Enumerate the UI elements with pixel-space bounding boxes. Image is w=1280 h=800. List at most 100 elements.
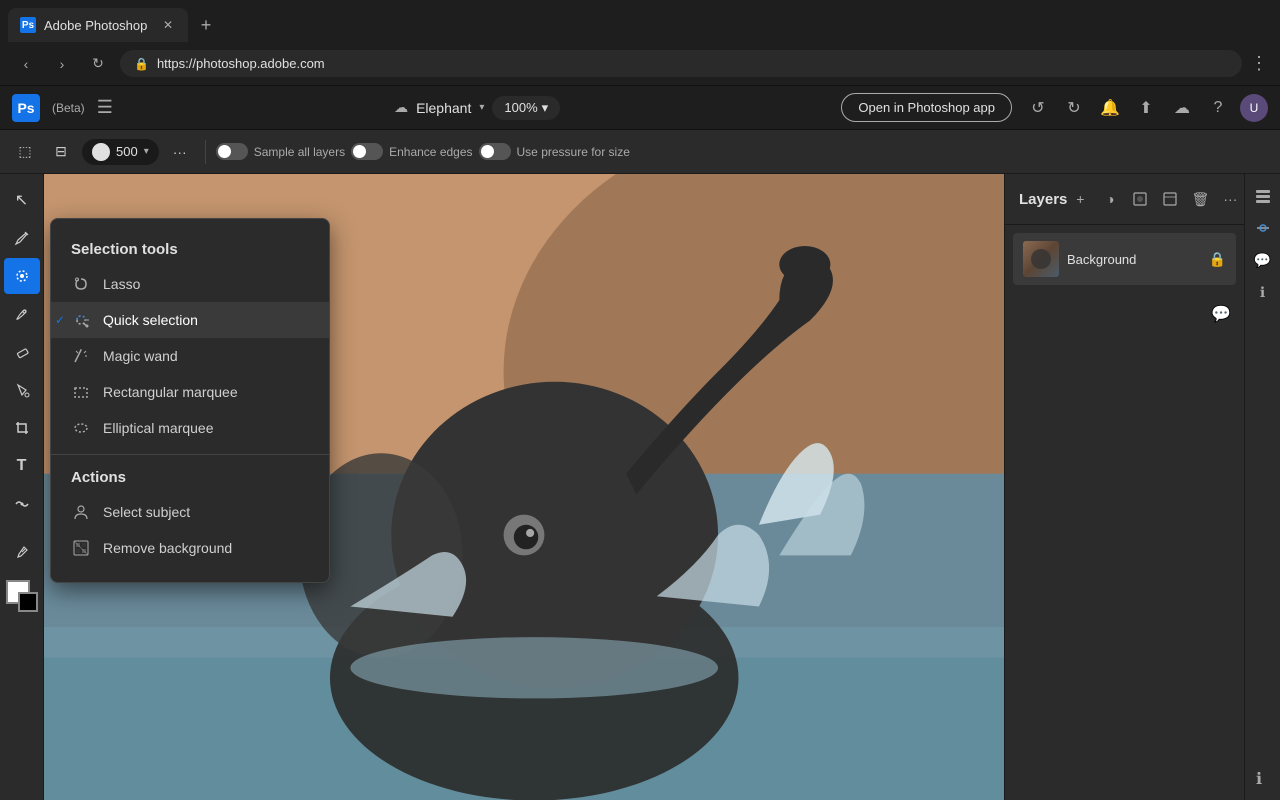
redo-button[interactable]: ↻	[1060, 94, 1088, 122]
rectangular-marquee-label: Rectangular marquee	[103, 384, 238, 400]
layers-panel-header: Layers + ◑ 🗑 ···	[1005, 174, 1244, 225]
frame-button[interactable]	[1157, 186, 1183, 212]
header-icons: ↺ ↻ 🔔 ⬆ ☁ ? U	[1024, 94, 1268, 122]
zoom-dropdown-arrow: ▾	[542, 100, 549, 116]
tab-title: Adobe Photoshop	[44, 18, 152, 33]
sample-all-layers-toggle-group: Sample all layers	[216, 143, 345, 160]
brush-size-selector[interactable]: 500 ▾	[82, 139, 159, 165]
app-header: Ps (Beta) ☰ ☁ Elephant ▾ 100% ▾ Open in …	[0, 86, 1280, 130]
tab-favicon: Ps	[20, 17, 36, 33]
delete-layer-button[interactable]: 🗑	[1187, 186, 1213, 212]
pen-tool[interactable]	[4, 220, 40, 256]
rectangular-marquee-icon	[71, 382, 91, 402]
elliptical-marquee-icon	[71, 418, 91, 438]
enhance-edges-toggle[interactable]	[351, 143, 383, 160]
select-subject-item[interactable]: Select subject	[51, 494, 329, 530]
lock-icon: 🔒	[134, 57, 149, 71]
type-tool[interactable]: T	[4, 448, 40, 484]
menu-divider	[51, 454, 329, 455]
properties-panel-toggle[interactable]	[1249, 214, 1277, 242]
use-pressure-toggle-group: Use pressure for size	[479, 143, 630, 160]
notification-button[interactable]: 🔔	[1096, 94, 1124, 122]
cloud-sync-button[interactable]: ☁	[1168, 94, 1196, 122]
quick-selection-item[interactable]: ✓ Quick selection	[51, 302, 329, 338]
magic-wand-label: Magic wand	[103, 348, 178, 364]
url-text: https://photoshop.adobe.com	[157, 56, 325, 71]
elliptical-marquee-label: Elliptical marquee	[103, 420, 214, 436]
fill-tool[interactable]	[4, 372, 40, 408]
file-dropdown-arrow[interactable]: ▾	[479, 102, 484, 113]
cloud-icon: ☁	[394, 99, 408, 116]
toggle-thumb	[353, 145, 366, 158]
warp-tool[interactable]	[4, 486, 40, 522]
crop-tool[interactable]	[4, 410, 40, 446]
color-swatch[interactable]	[6, 580, 38, 612]
help-button[interactable]: ?	[1204, 94, 1232, 122]
layers-panel-toggle[interactable]	[1249, 182, 1277, 210]
refresh-button[interactable]: ↻	[84, 50, 112, 78]
elliptical-marquee-item[interactable]: Elliptical marquee	[51, 410, 329, 446]
subtract-mode-button[interactable]: ⊟	[46, 137, 76, 167]
info-button[interactable]: ℹ	[1246, 766, 1272, 792]
header-center: ☁ Elephant ▾ 100% ▾	[125, 96, 830, 120]
photoshop-logo: Ps	[12, 94, 40, 122]
comments-panel-toggle[interactable]: 💬	[1249, 246, 1277, 274]
layers-panel-title: Layers	[1019, 191, 1067, 208]
hamburger-menu-button[interactable]: ☰	[97, 97, 113, 118]
magic-wand-icon	[71, 346, 91, 366]
lasso-tool-item[interactable]: Lasso	[51, 266, 329, 302]
brush-size-dropdown-arrow: ▾	[144, 146, 149, 157]
more-panel-options-button[interactable]: ···	[1217, 186, 1243, 212]
lasso-icon	[71, 274, 91, 294]
user-avatar[interactable]: U	[1240, 94, 1268, 122]
mask-button[interactable]	[1127, 186, 1153, 212]
add-layer-button[interactable]: +	[1067, 186, 1093, 212]
brush-circle-preview	[92, 143, 110, 161]
select-subject-label: Select subject	[103, 504, 190, 520]
brush-size-value: 500	[116, 144, 138, 159]
quick-selection-tool[interactable]	[4, 258, 40, 294]
adjustment-layer-button[interactable]: ◑	[1097, 186, 1123, 212]
canvas-area[interactable]: Selection tools Lasso ✓	[44, 174, 1004, 800]
back-button[interactable]: ‹	[12, 50, 40, 78]
active-tab[interactable]: Ps Adobe Photoshop ✕	[8, 8, 188, 42]
selection-tools-title: Selection tools	[51, 235, 329, 266]
beta-label: (Beta)	[52, 101, 85, 115]
selection-tools-dropdown: Selection tools Lasso ✓	[50, 218, 330, 583]
background-layer-item[interactable]: Background 🔒	[1013, 233, 1236, 285]
remove-background-item[interactable]: Remove background	[51, 530, 329, 566]
file-name: Elephant	[416, 100, 471, 116]
undo-button[interactable]: ↺	[1024, 94, 1052, 122]
sample-all-layers-label: Sample all layers	[254, 145, 345, 159]
zoom-selector[interactable]: 100% ▾	[492, 96, 560, 120]
select-subject-icon	[71, 502, 91, 522]
rectangular-marquee-item[interactable]: Rectangular marquee	[51, 374, 329, 410]
use-pressure-toggle[interactable]	[479, 143, 511, 160]
share-button[interactable]: ⬆	[1132, 94, 1160, 122]
browser-chrome: Ps Adobe Photoshop ✕ + ‹ › ↻ 🔒 https://p…	[0, 0, 1280, 86]
selection-mode-button[interactable]: ⬚	[10, 137, 40, 167]
tab-close-button[interactable]: ✕	[160, 17, 176, 33]
background-color[interactable]	[18, 592, 38, 612]
new-tab-button[interactable]: +	[192, 11, 220, 39]
eraser-tool[interactable]	[4, 334, 40, 370]
layers-panel: Layers + ◑ 🗑 ···	[1004, 174, 1244, 800]
url-bar[interactable]: 🔒 https://photoshop.adobe.com	[120, 50, 1242, 77]
eyedropper-tool[interactable]	[4, 534, 40, 570]
more-options-button[interactable]: ···	[165, 137, 195, 167]
magic-wand-item[interactable]: Magic wand	[51, 338, 329, 374]
browser-menu-button[interactable]: ⋮	[1250, 53, 1268, 74]
lasso-label: Lasso	[103, 276, 140, 292]
info-panel-toggle[interactable]: ℹ	[1249, 278, 1277, 306]
forward-button[interactable]: ›	[48, 50, 76, 78]
layer-lock-icon[interactable]: 🔒	[1209, 251, 1226, 268]
open-in-photoshop-button[interactable]: Open in Photoshop app	[841, 93, 1012, 122]
quick-selection-label: Quick selection	[103, 312, 198, 328]
left-toolbar: ↖	[0, 174, 44, 800]
quick-selection-check: ✓	[55, 313, 65, 327]
move-tool[interactable]: ↖	[4, 182, 40, 218]
comments-button[interactable]: 💬	[1208, 301, 1234, 327]
main-area: ↖	[0, 174, 1280, 800]
sample-all-layers-toggle[interactable]	[216, 143, 248, 160]
brush-tool[interactable]	[4, 296, 40, 332]
